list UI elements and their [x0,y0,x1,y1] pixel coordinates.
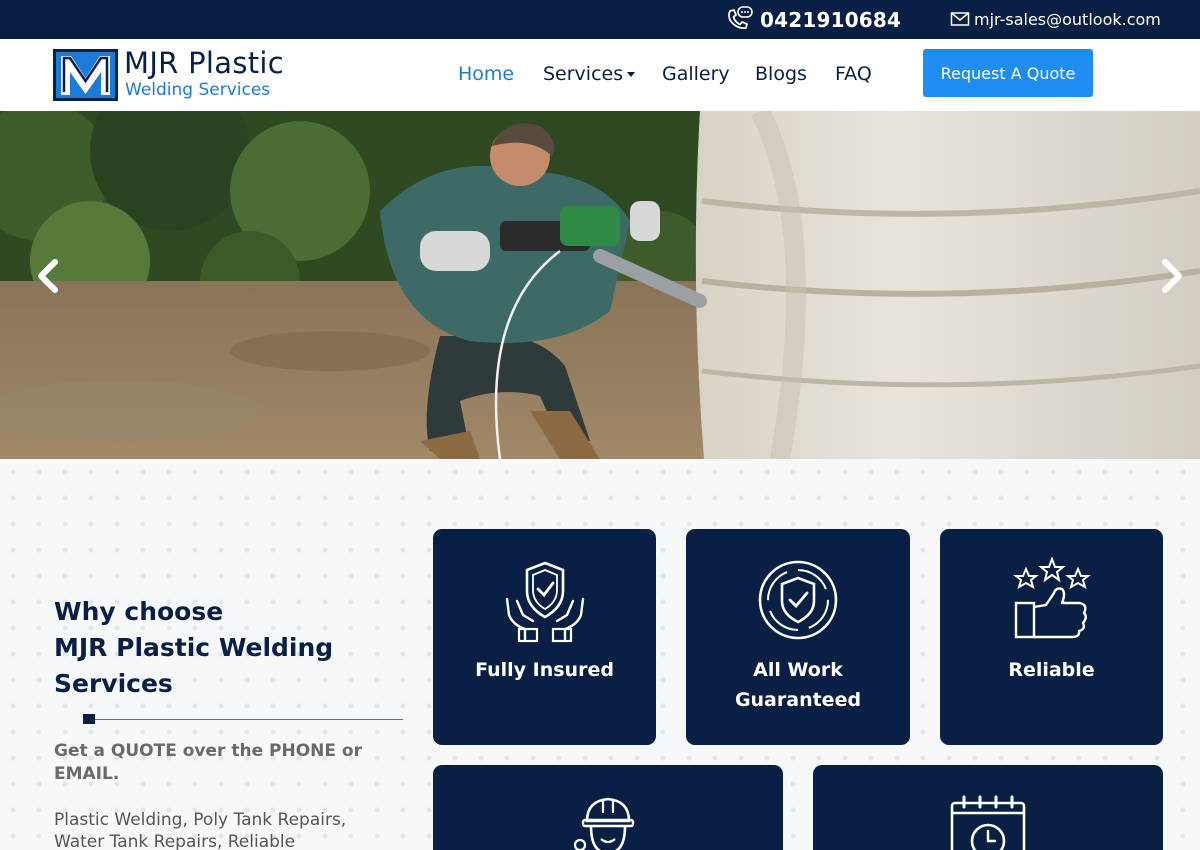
feature-card-worker[interactable] [433,765,783,850]
card-label-line2: Guaranteed [734,689,862,711]
feature-card-guaranteed[interactable]: All Work Guaranteed [686,529,910,745]
logo-mark [53,49,118,101]
hero-image [0,111,1200,459]
phone-number[interactable]: 0421910684 [760,8,901,32]
divider-square [83,714,95,724]
why-title-line1: Why choose [54,597,224,626]
chevron-right-icon[interactable] [1154,256,1190,296]
feature-card-schedule[interactable] [813,765,1163,850]
calendar-clock-icon [950,795,1026,850]
feature-card-reliable[interactable]: Reliable [940,529,1163,745]
caret-down-icon [627,72,636,77]
site-header: MJR Plastic Welding Services Home Servic… [0,39,1200,111]
nav-home[interactable]: Home [458,63,514,85]
logo-m-icon [61,56,110,95]
phone-icon [728,6,753,29]
worker-icon [573,797,635,850]
logo-name: MJR Plastic [124,46,285,80]
quote-text: Get a QUOTE over the PHONE or EMAIL. [54,741,362,784]
nav-gallery[interactable]: Gallery [662,63,730,85]
thumbs-up-stars-icon [1012,557,1091,639]
why-title-line2: MJR Plastic Welding [54,633,334,662]
hero-slider [0,111,1200,459]
request-quote-button[interactable]: Request A Quote [923,49,1093,97]
guarantee-badge-icon [758,560,838,640]
why-title-line3: Services [54,669,173,698]
nav-blogs[interactable]: Blogs [755,63,807,85]
phone-contact[interactable]: 0421910684 [722,4,901,36]
why-choose-section: Why choose MJR Plastic Welding Services … [0,459,1200,850]
top-contact-bar: 0421910684 mjr-sales@outlook.com [0,0,1200,39]
chevron-left-icon[interactable] [30,256,66,296]
nav-services[interactable]: Services [543,63,636,85]
email-contact[interactable]: mjr-sales@outlook.com [950,9,1161,29]
card-label: Fully Insured [475,659,614,681]
card-label-line1: All Work [753,659,843,681]
why-desc-line1: Plastic Welding, Poly Tank Repairs, [54,810,347,830]
logo-tagline: Welding Services [125,80,271,100]
feature-card-insured[interactable]: Fully Insured [433,529,656,745]
nav-faq[interactable]: FAQ [835,63,872,85]
why-title: Why choose MJR Plastic Welding Services [54,594,384,702]
email-address[interactable]: mjr-sales@outlook.com [974,10,1161,29]
why-description: Plastic Welding, Poly Tank Repairs, Wate… [54,809,384,850]
why-desc-line2: Water Tank Repairs, Reliable [54,832,296,850]
divider-line [95,719,403,720]
shield-hands-icon [505,561,584,643]
envelope-icon [950,12,970,26]
card-label: Reliable [1008,659,1095,681]
nav-services-label: Services [543,63,624,85]
